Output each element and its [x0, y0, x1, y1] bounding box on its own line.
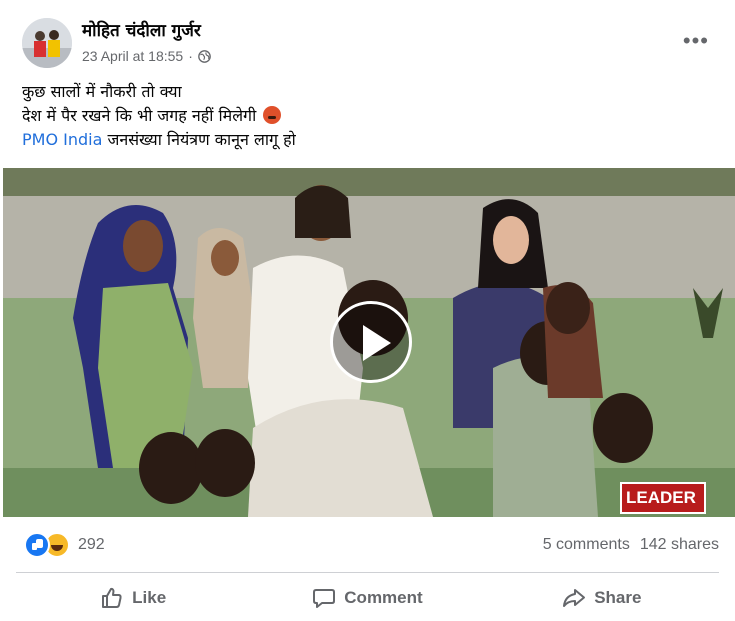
- comment-button[interactable]: Comment: [250, 578, 484, 618]
- comments-count[interactable]: 5 comments: [543, 536, 630, 554]
- comment-icon: [313, 589, 336, 608]
- post-meta: 23 April at 18:55 ·: [82, 48, 211, 64]
- avatar[interactable]: [22, 18, 72, 68]
- post-text-line-3: जनसंख्या नियंत्रण कानून लागू हो: [102, 130, 296, 149]
- divider: [16, 572, 719, 573]
- reactions-summary[interactable]: 292: [24, 532, 105, 558]
- reaction-count: 292: [78, 536, 105, 553]
- like-button[interactable]: Like: [16, 578, 250, 618]
- post-timestamp[interactable]: 23 April at 18:55: [82, 48, 183, 64]
- engagement-counts: 5 comments 142 shares: [543, 536, 719, 554]
- author-name[interactable]: मोहित चंदीला गुर्जर: [82, 18, 201, 41]
- comment-label: Comment: [344, 588, 423, 607]
- more-options-button[interactable]: •••: [683, 30, 709, 52]
- share-button[interactable]: Share: [485, 578, 719, 618]
- mention-link[interactable]: PMO India: [22, 130, 102, 149]
- angry-face-icon: [263, 106, 282, 124]
- globe-icon: [198, 49, 211, 63]
- shares-count[interactable]: 142 shares: [640, 536, 719, 554]
- channel-watermark: LEADER: [620, 482, 706, 514]
- facebook-post: मोहित चंदीला गुर्जर 23 April at 18:55 · …: [0, 0, 735, 621]
- thumbs-up-icon: [102, 587, 122, 608]
- video-player[interactable]: LEADER: [3, 168, 735, 517]
- like-label: Like: [132, 588, 167, 607]
- share-icon: [563, 589, 586, 607]
- post-actions: Like Comment Share: [16, 578, 719, 618]
- post-stats: 292 5 comments 142 shares: [0, 528, 735, 562]
- share-label: Share: [594, 588, 642, 607]
- more-icon: •••: [682, 28, 709, 53]
- post-text-line-2: देश में पैर रखने कि भी जगह नहीं मिलेगी: [22, 106, 257, 125]
- like-icon: [24, 532, 50, 558]
- play-icon[interactable]: [330, 301, 412, 383]
- post-text: कुछ सालों में नौकरी तो क्या देश में पैर …: [22, 80, 296, 152]
- post-text-line-1: कुछ सालों में नौकरी तो क्या: [22, 82, 182, 101]
